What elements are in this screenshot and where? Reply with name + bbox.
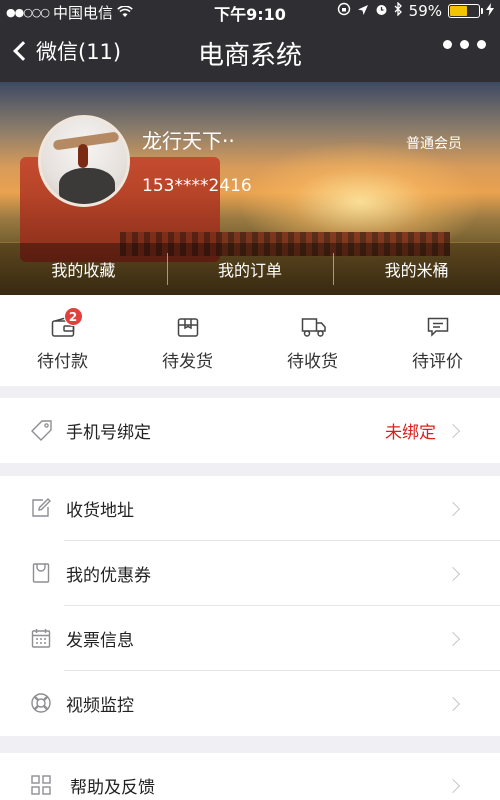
menu-item-coupons[interactable]: 我的优惠券 xyxy=(0,541,500,606)
username: 龙行天下·· xyxy=(142,129,235,153)
chevron-right-icon xyxy=(445,631,461,646)
unpaid-count-badge: 2 xyxy=(63,307,83,326)
page-title: 电商系统 xyxy=(197,41,302,71)
tab-favorites[interactable]: 我的收藏 xyxy=(0,243,167,295)
menu-item-label: 发票信息 xyxy=(66,631,134,651)
order-status-label: 待发货 xyxy=(162,352,213,372)
order-pending-payment[interactable]: 2 待付款 xyxy=(0,295,125,386)
order-status-bar: 2 待付款 待发货 待收货 待评价 xyxy=(0,295,500,386)
tab-rice-bucket[interactable]: 我的米桶 xyxy=(333,243,500,295)
account-menu: 收货地址 我的优惠券 发票信息 视频监控 xyxy=(0,476,500,736)
alarm-icon xyxy=(375,2,388,20)
grid-icon xyxy=(30,774,52,796)
tag-icon xyxy=(30,419,52,441)
bind-status-value: 未绑定 xyxy=(385,423,436,443)
edit-icon xyxy=(30,497,52,519)
wallet-icon: 2 xyxy=(51,307,83,338)
orientation-lock-icon xyxy=(337,2,351,20)
chevron-right-icon xyxy=(445,501,461,516)
location-icon xyxy=(357,2,369,20)
order-status-label: 待收货 xyxy=(287,352,338,372)
bluetooth-icon xyxy=(394,1,403,20)
tab-orders[interactable]: 我的订单 xyxy=(166,243,334,295)
order-status-label: 待评价 xyxy=(412,352,463,372)
phone-binding-section: 手机号绑定 未绑定 xyxy=(0,398,500,463)
nav-bar: 微信(11) 电商系统 xyxy=(0,22,500,82)
menu-item-address[interactable]: 收货地址 xyxy=(0,476,500,541)
status-bar: ●●○○○ 中国电信 下午9:10 59% xyxy=(0,0,500,24)
help-section: 帮助及反馈 xyxy=(0,753,500,800)
chevron-right-icon xyxy=(445,696,461,711)
bind-phone-label: 手机号绑定 xyxy=(66,423,151,443)
chevron-right-icon xyxy=(445,566,461,581)
more-dots-icon[interactable] xyxy=(443,40,486,49)
chevron-right-icon xyxy=(445,423,461,438)
menu-item-help[interactable]: 帮助及反馈 xyxy=(0,753,500,800)
truck-icon xyxy=(301,316,326,338)
member-level-badge: 普通会员 xyxy=(406,136,462,152)
order-status-label: 待付款 xyxy=(37,352,88,372)
charging-icon xyxy=(486,2,494,20)
menu-item-label: 帮助及反馈 xyxy=(70,778,155,798)
package-icon xyxy=(176,316,200,338)
phone-number: 153****2416 xyxy=(142,176,252,196)
battery-percent: 59% xyxy=(408,2,442,20)
calendar-icon xyxy=(30,627,52,649)
comment-icon xyxy=(426,316,450,338)
battery-fill xyxy=(450,6,467,16)
menu-item-label: 收货地址 xyxy=(66,501,134,521)
menu-item-label: 我的优惠券 xyxy=(66,566,151,586)
banner-tabs: 我的收藏 我的订单 我的米桶 xyxy=(0,243,500,295)
chevron-right-icon xyxy=(445,778,461,793)
order-pending-receipt[interactable]: 待收货 xyxy=(250,295,375,386)
order-pending-shipment[interactable]: 待发货 xyxy=(125,295,250,386)
lifebuoy-icon xyxy=(30,692,52,714)
avatar[interactable] xyxy=(38,115,130,207)
menu-item-invoice[interactable]: 发票信息 xyxy=(0,606,500,671)
bag-icon xyxy=(30,562,52,584)
battery-icon xyxy=(448,4,483,18)
menu-item-label: 视频监控 xyxy=(66,696,134,716)
order-pending-review[interactable]: 待评价 xyxy=(375,295,500,386)
menu-item-video-monitor[interactable]: 视频监控 xyxy=(0,671,500,736)
bind-phone-row[interactable]: 手机号绑定 未绑定 xyxy=(0,398,500,463)
